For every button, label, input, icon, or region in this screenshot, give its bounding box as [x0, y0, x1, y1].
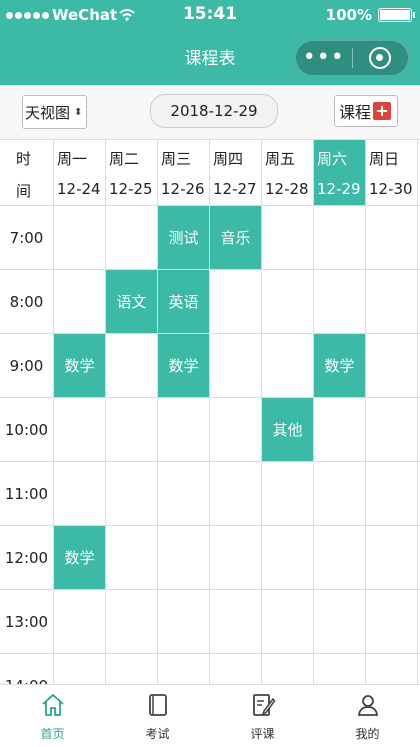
day-name: 周五 — [265, 150, 296, 168]
tab-exam[interactable]: 考试 — [105, 685, 210, 747]
grid-line — [0, 653, 420, 654]
tab-mine-label: 我的 — [355, 727, 380, 741]
tab-exam-label: 考试 — [145, 727, 170, 741]
day-header[interactable]: 周一 12-24 — [53, 140, 105, 205]
battery-icon — [378, 8, 415, 22]
add-course-button[interactable]: 课程 + — [334, 95, 398, 127]
grid-line — [0, 589, 420, 590]
close-miniprogram-button[interactable] — [352, 47, 408, 69]
date-picker[interactable]: 2018-12-29 — [150, 94, 278, 128]
day-date: 12-24 — [57, 180, 101, 198]
header: WeChat 15:41 100% 课程表 ••• — [0, 0, 420, 85]
tab-home[interactable]: 首页 — [0, 685, 105, 747]
class-cell[interactable]: 其他 — [262, 398, 313, 461]
grid-line — [313, 140, 314, 684]
class-cell[interactable]: 数学 — [314, 334, 365, 397]
time-label: 8:00 — [9, 293, 44, 311]
time-label: 9:00 — [9, 357, 44, 375]
day-date: 12-30 — [369, 180, 413, 198]
more-icon[interactable]: ••• — [296, 40, 352, 76]
class-cell[interactable]: 英语 — [158, 270, 209, 333]
target-icon — [369, 47, 392, 69]
class-cell[interactable]: 数学 — [54, 526, 105, 589]
timetable-grid: 时 间 周一 12-24 周二 12-25 周三 12-26 周四 12-27 周五 12-28 周… — [0, 140, 420, 684]
time-label: 7:00 — [9, 229, 44, 247]
sort-arrows-icon: ⬍ — [74, 106, 83, 118]
day-header[interactable]: 周二 12-25 — [105, 140, 157, 205]
time-label: 10:00 — [4, 421, 49, 439]
battery-percent: 100% — [325, 6, 372, 24]
day-date: 12-25 — [109, 180, 153, 198]
tab-mine[interactable]: 我的 — [315, 685, 420, 747]
tab-review[interactable]: 评课 — [210, 685, 315, 747]
view-select[interactable]: 天视图 ⬍ — [22, 95, 87, 129]
add-course-label: 课程 — [339, 103, 372, 122]
day-date: 12-28 — [265, 180, 309, 198]
day-name: 周一 — [57, 150, 88, 168]
class-cell[interactable]: 数学 — [158, 334, 209, 397]
time-label: 11:00 — [4, 485, 49, 503]
grid-line — [53, 140, 54, 684]
day-header[interactable]: 周日 12-30 — [365, 140, 417, 205]
day-date: 12-26 — [161, 180, 205, 198]
miniprogram-capsule: ••• — [295, 40, 409, 76]
day-name: 周二 — [109, 150, 140, 168]
grid-line — [105, 140, 106, 684]
day-date: 12-29 — [317, 180, 361, 198]
day-date: 12-27 — [213, 180, 257, 198]
day-header[interactable]: 周六 12-29 — [313, 140, 365, 205]
grid-line — [0, 269, 420, 270]
day-name: 周日 — [369, 150, 400, 168]
grid-line — [0, 461, 420, 462]
time-header-line1: 时 — [16, 150, 32, 168]
class-cell[interactable]: 音乐 — [210, 206, 261, 269]
tab-review-label: 评课 — [250, 727, 275, 741]
tab-bar: 首页 考试 评课 我的 — [0, 684, 420, 747]
time-header-line2: 间 — [16, 182, 32, 200]
view-select-value: 天视图 — [25, 103, 71, 122]
class-cell[interactable]: 语文 — [106, 270, 157, 333]
class-cell[interactable]: 测试 — [158, 206, 209, 269]
day-name: 周三 — [161, 150, 192, 168]
day-header[interactable]: 周四 12-27 — [209, 140, 261, 205]
grid-line — [0, 397, 420, 398]
time-label: 12:00 — [4, 549, 49, 567]
day-name: 周四 — [213, 150, 244, 168]
toolbar: 天视图 ⬍ 2018-12-29 课程 + — [0, 85, 420, 140]
tab-home-label: 首页 — [40, 727, 65, 741]
day-name: 周六 — [317, 150, 348, 168]
notebook-icon — [144, 691, 172, 719]
time-column-header: 时 间 — [0, 140, 53, 205]
grid-line — [365, 140, 366, 684]
grid-line — [417, 140, 418, 684]
date-value: 2018-12-29 — [170, 102, 258, 120]
plus-icon: + — [373, 102, 392, 120]
edit-document-icon — [249, 691, 277, 719]
time-label: 14:00 — [0, 677, 53, 684]
user-icon — [354, 691, 382, 719]
status-bar: WeChat 15:41 100% — [0, 0, 420, 30]
time-label: 13:00 — [4, 613, 49, 631]
day-header[interactable]: 周三 12-26 — [157, 140, 209, 205]
day-header[interactable]: 周五 12-28 — [261, 140, 313, 205]
home-icon — [39, 691, 67, 719]
class-cell[interactable]: 数学 — [54, 334, 105, 397]
